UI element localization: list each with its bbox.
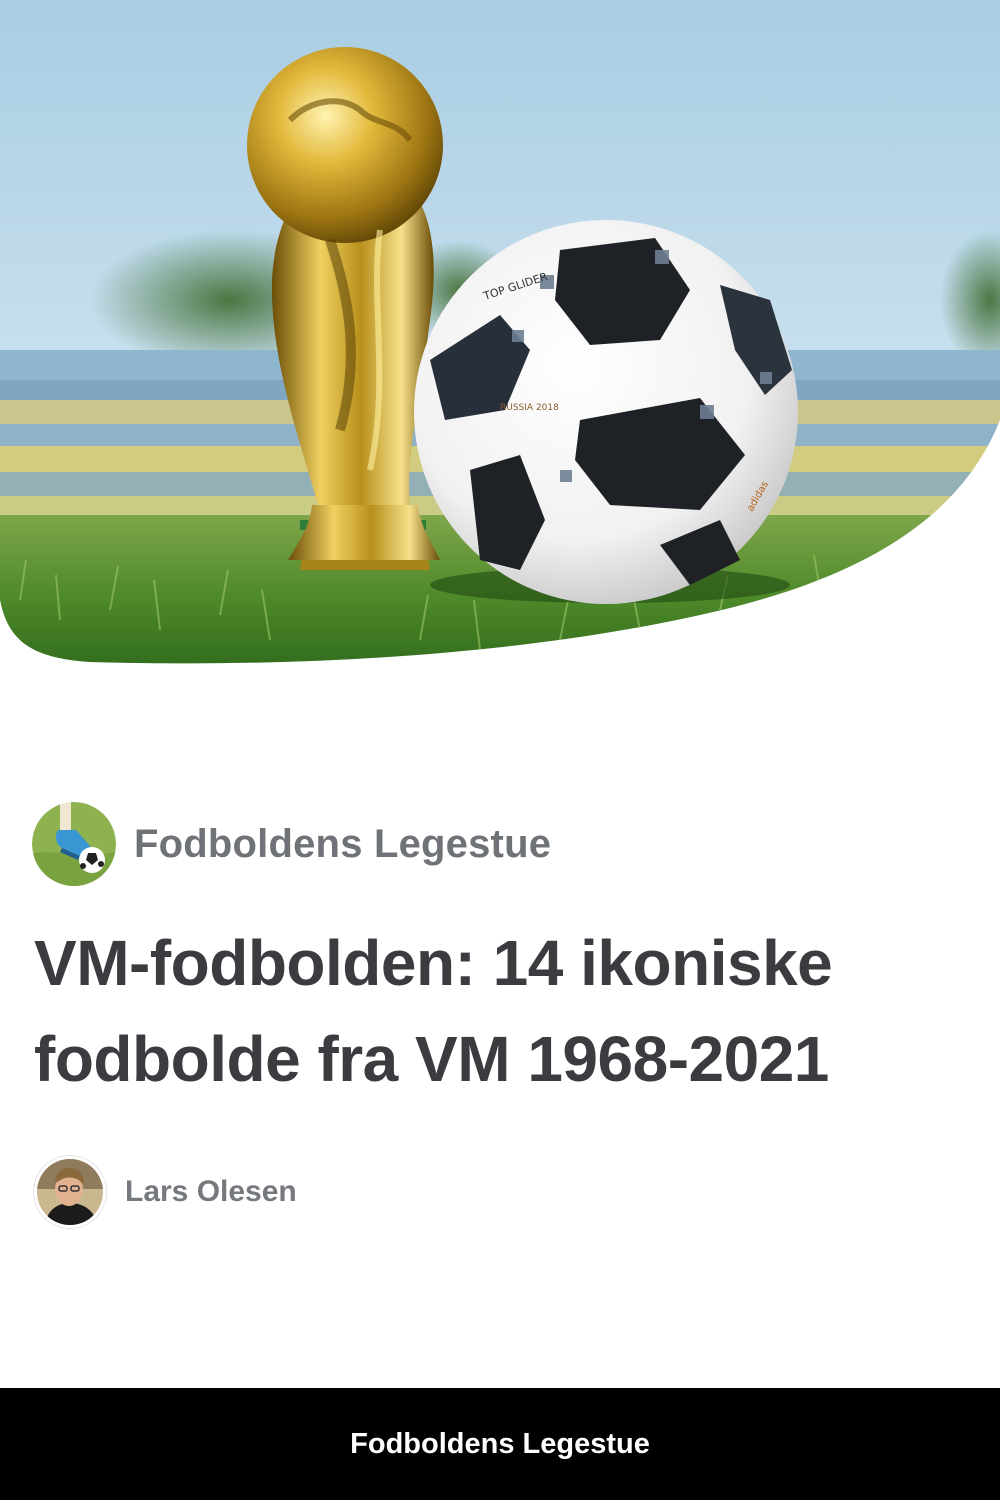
author-avatar	[34, 1156, 106, 1228]
story-page: TOP GLIDER RUSSIA 2018 adidas Fodboldens	[0, 0, 1000, 1500]
publisher-header[interactable]: Fodboldens Legestue	[32, 802, 551, 886]
story-title: VM-fodbolden: 14 ikoniske fodbolde fra V…	[34, 927, 833, 1095]
footer-publisher-label[interactable]: Fodboldens Legestue	[350, 1428, 650, 1461]
author-name[interactable]: Lars Olesen	[125, 1175, 297, 1209]
ball-illustration: TOP GLIDER RUSSIA 2018 adidas	[414, 220, 798, 604]
hero-image: TOP GLIDER RUSSIA 2018 adidas	[0, 0, 1000, 670]
footer-bar: Fodboldens Legestue	[0, 1388, 1000, 1500]
ball-print-russia: RUSSIA 2018	[500, 403, 559, 413]
author-byline[interactable]: Lars Olesen	[34, 1156, 297, 1228]
football-kick-icon	[32, 802, 116, 886]
publisher-name[interactable]: Fodboldens Legestue	[134, 822, 551, 867]
